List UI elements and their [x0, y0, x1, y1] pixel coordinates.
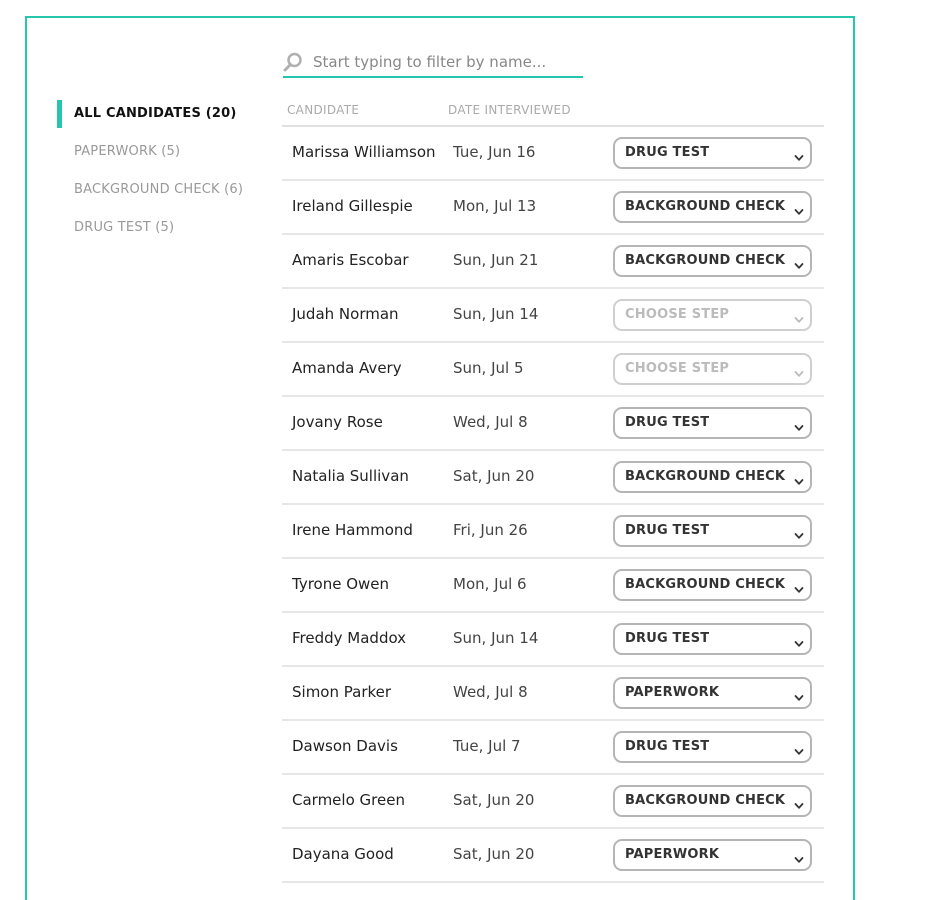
- column-header-candidate: CANDIDATE: [287, 103, 360, 117]
- step-select[interactable]: BACKGROUND CHECK: [613, 461, 812, 493]
- table-row: Natalia Sullivan Sat, Jun 20 BACKGROUND CH…: [282, 451, 824, 505]
- step-select-value: BACKGROUND CHECK: [625, 199, 786, 214]
- interview-date: Sun, Jul 5: [453, 359, 524, 377]
- step-select[interactable]: DRUG TEST: [613, 731, 812, 763]
- step-select-value: DRUG TEST: [625, 523, 710, 538]
- step-select-value: DRUG TEST: [625, 145, 710, 160]
- chevron-down-icon: [794, 688, 804, 701]
- table-row: Judah Norman Sun, Jun 14 CHOOSE STEP: [282, 289, 824, 343]
- step-select[interactable]: BACKGROUND CHECK: [613, 245, 812, 277]
- candidate-name: Simon Parker: [292, 683, 392, 701]
- table-header: CANDIDATE DATE INTERVIEWED: [282, 100, 824, 127]
- chevron-down-icon: [794, 580, 804, 593]
- search-input[interactable]: [313, 50, 573, 74]
- sidebar-filter-item[interactable]: ALL CANDIDATES (20): [57, 100, 257, 138]
- interview-date: Sun, Jun 21: [453, 251, 539, 269]
- step-select[interactable]: CHOOSE STEP: [613, 299, 812, 331]
- candidates-table: CANDIDATE DATE INTERVIEWED Marissa Willi…: [282, 100, 824, 883]
- step-select-value: PAPERWORK: [625, 847, 720, 862]
- step-select-value: DRUG TEST: [625, 739, 710, 754]
- table-row: Freddy Maddox Sun, Jun 14 DRUG TEST: [282, 613, 824, 667]
- sidebar-filter-item[interactable]: DRUG TEST (5): [57, 214, 257, 252]
- step-select[interactable]: PAPERWORK: [613, 839, 812, 871]
- table-row: Dawson Davis Tue, Jul 7 DRUG TEST: [282, 721, 824, 775]
- candidate-name: Dayana Good: [292, 845, 394, 863]
- candidate-name: Jovany Rose: [292, 413, 383, 431]
- chevron-down-icon: [794, 850, 804, 863]
- sidebar-filter-item[interactable]: PAPERWORK (5): [57, 138, 257, 176]
- step-select[interactable]: DRUG TEST: [613, 515, 812, 547]
- table-row: Amaris Escobar Sun, Jun 21 BACKGROUND CHEC…: [282, 235, 824, 289]
- chevron-down-icon: [794, 796, 804, 809]
- step-select-value: DRUG TEST: [625, 415, 710, 430]
- interview-date: Sat, Jun 20: [453, 791, 535, 809]
- candidate-name: Tyrone Owen: [292, 575, 390, 593]
- candidate-name: Marissa Williamson: [292, 143, 436, 161]
- step-select-value: BACKGROUND CHECK: [625, 577, 786, 592]
- interview-date: Fri, Jun 26: [453, 521, 528, 539]
- step-select-value: CHOOSE STEP: [625, 307, 730, 322]
- candidate-name: Judah Norman: [292, 305, 399, 323]
- step-select[interactable]: BACKGROUND CHECK: [613, 569, 812, 601]
- table-row: Dayana Good Sat, Jun 20 PAPERWORK: [282, 829, 824, 883]
- table-row: Tyrone Owen Mon, Jul 6 BACKGROUND CHECK: [282, 559, 824, 613]
- step-select-value: PAPERWORK: [625, 685, 720, 700]
- table-row: Amanda Avery Sun, Jul 5 CHOOSE STEP: [282, 343, 824, 397]
- chevron-down-icon: [794, 148, 804, 161]
- search-icon: [283, 52, 303, 72]
- table-row: Marissa Williamson Tue, Jun 16 DRUG TEST: [282, 127, 824, 181]
- interview-date: Tue, Jun 16: [453, 143, 536, 161]
- candidate-name: Natalia Sullivan: [292, 467, 409, 485]
- interview-date: Sat, Jun 20: [453, 845, 535, 863]
- chevron-down-icon: [794, 310, 804, 323]
- table-row: Irene Hammond Fri, Jun 26 DRUG TEST: [282, 505, 824, 559]
- sidebar-filters: ALL CANDIDATES (20) PAPERWORK (5) BACKGROU…: [57, 100, 257, 252]
- candidate-name: Ireland Gillespie: [292, 197, 413, 215]
- candidate-name: Freddy Maddox: [292, 629, 407, 647]
- step-select[interactable]: DRUG TEST: [613, 137, 812, 169]
- chevron-down-icon: [794, 472, 804, 485]
- sidebar-filter-item[interactable]: BACKGROUND CHECK (6): [57, 176, 257, 214]
- column-header-date: DATE INTERVIEWED: [448, 103, 571, 117]
- table-row: Jovany Rose Wed, Jul 8 DRUG TEST: [282, 397, 824, 451]
- table-body: Marissa Williamson Tue, Jun 16 DRUG TEST Ir…: [282, 127, 824, 883]
- step-select[interactable]: PAPERWORK: [613, 677, 812, 709]
- candidate-name: Irene Hammond: [292, 521, 413, 539]
- search-bar: [283, 46, 583, 78]
- step-select[interactable]: BACKGROUND CHECK: [613, 785, 812, 817]
- candidate-name: Dawson Davis: [292, 737, 398, 755]
- step-select-value: CHOOSE STEP: [625, 361, 730, 376]
- candidate-name: Carmelo Green: [292, 791, 405, 809]
- step-select[interactable]: DRUG TEST: [613, 407, 812, 439]
- step-select-value: BACKGROUND CHECK: [625, 253, 786, 268]
- interview-date: Sun, Jun 14: [453, 305, 539, 323]
- candidate-name: Amanda Avery: [292, 359, 402, 377]
- candidate-name: Amaris Escobar: [292, 251, 409, 269]
- interview-date: Tue, Jul 7: [453, 737, 521, 755]
- step-select-value: DRUG TEST: [625, 631, 710, 646]
- chevron-down-icon: [794, 634, 804, 647]
- step-select[interactable]: DRUG TEST: [613, 623, 812, 655]
- step-select-value: BACKGROUND CHECK: [625, 469, 786, 484]
- interview-date: Wed, Jul 8: [453, 683, 528, 701]
- step-select[interactable]: BACKGROUND CHECK: [613, 191, 812, 223]
- chevron-down-icon: [794, 526, 804, 539]
- chevron-down-icon: [794, 202, 804, 215]
- table-row: Ireland Gillespie Mon, Jul 13 BACKGROUND C…: [282, 181, 824, 235]
- candidates-panel: ALL CANDIDATES (20)PAPERWORK (5)BACKGROU…: [25, 16, 855, 900]
- step-select[interactable]: CHOOSE STEP: [613, 353, 812, 385]
- interview-date: Mon, Jul 6: [453, 575, 527, 593]
- chevron-down-icon: [794, 418, 804, 431]
- interview-date: Wed, Jul 8: [453, 413, 528, 431]
- interview-date: Sun, Jun 14: [453, 629, 539, 647]
- interview-date: Sat, Jun 20: [453, 467, 535, 485]
- table-row: Carmelo Green Sat, Jun 20 BACKGROUND CHECK: [282, 775, 824, 829]
- interview-date: Mon, Jul 13: [453, 197, 537, 215]
- chevron-down-icon: [794, 364, 804, 377]
- chevron-down-icon: [794, 256, 804, 269]
- table-row: Simon Parker Wed, Jul 8 PAPERWORK: [282, 667, 824, 721]
- chevron-down-icon: [794, 742, 804, 755]
- step-select-value: BACKGROUND CHECK: [625, 793, 786, 808]
